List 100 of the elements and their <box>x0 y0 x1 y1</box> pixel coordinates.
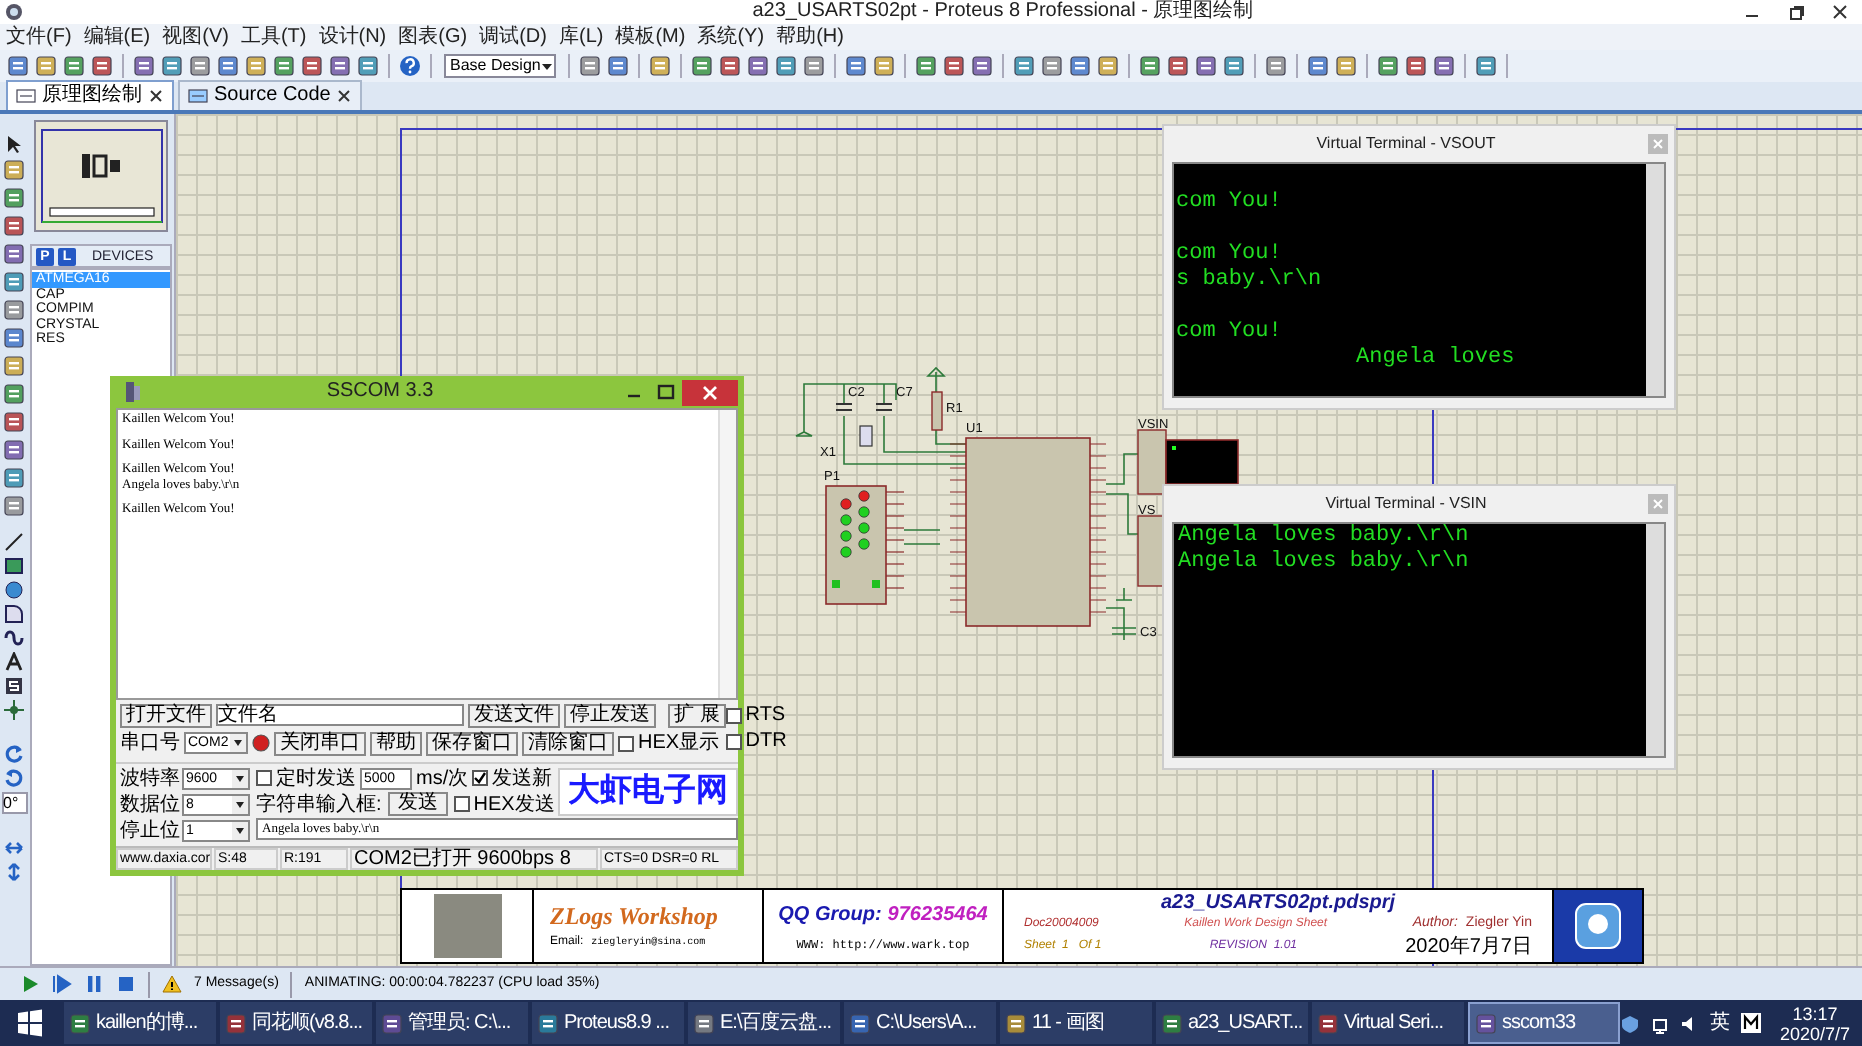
tab-icon <box>188 88 208 104</box>
app-icon[interactable] <box>1160 1011 1184 1035</box>
warning-icon <box>162 974 182 994</box>
checkbox[interactable]: DTR <box>725 730 786 752</box>
terminal-line: com You! <box>1176 320 1284 346</box>
app-icon[interactable] <box>68 1011 92 1035</box>
box-icon[interactable] <box>4 556 24 576</box>
taskbar-item[interactable]: 管理员: C:\... <box>376 1002 528 1044</box>
rotation-field[interactable]: 0° <box>1 792 27 814</box>
play-icon[interactable] <box>20 974 40 994</box>
menu-item[interactable]: 设计(N) <box>318 25 387 49</box>
taskbar-item[interactable]: E:\百度云盘... <box>688 1002 840 1044</box>
menu-item[interactable]: 系统(Y) <box>697 25 765 49</box>
tab[interactable]: Source Code <box>178 80 363 110</box>
design-select[interactable]: Base Design <box>444 54 556 78</box>
arc-icon[interactable] <box>4 604 24 624</box>
app-icon[interactable] <box>1004 1011 1028 1035</box>
keyboard-icon[interactable] <box>1740 1012 1762 1034</box>
file-name-field[interactable]: 文件名 <box>216 704 464 726</box>
site-logo: 大虾电子网 <box>558 767 738 815</box>
clock[interactable]: 13:17 2020/7/7 <box>1780 1003 1851 1043</box>
menu-item[interactable]: 帮助(H) <box>776 25 844 49</box>
app-icon[interactable] <box>224 1011 248 1035</box>
line-icon[interactable] <box>4 532 24 552</box>
taskbar-item[interactable]: Proteus8.9 ... <box>532 1002 684 1044</box>
rotate-clockwise-icon[interactable] <box>4 744 24 764</box>
menu-item[interactable]: 视图(V) <box>162 25 229 49</box>
stop-icon[interactable] <box>116 974 136 994</box>
path-icon[interactable] <box>4 628 24 648</box>
help-button[interactable]: 帮助 <box>370 731 422 755</box>
app-icon[interactable] <box>692 1011 716 1035</box>
menu-item[interactable]: 调试(D) <box>479 25 547 49</box>
send-button[interactable]: 发送 <box>387 792 448 816</box>
taskbar-item[interactable]: sscom33 <box>1468 1002 1620 1044</box>
stop-bits-label: 停止位 <box>120 819 180 841</box>
menu-item[interactable]: 模板(M) <box>615 25 686 49</box>
logo-icon <box>1574 902 1622 950</box>
terminal-line: s baby.\r\n <box>1176 268 1324 294</box>
save-window-button[interactable]: 保存窗口 <box>426 731 518 755</box>
close-icon[interactable] <box>148 88 164 104</box>
taskbar-item[interactable]: a23_USART... <box>1156 1002 1308 1044</box>
shield-icon[interactable] <box>1620 1013 1640 1033</box>
window-title: a23_USARTS02pt - Proteus 8 Professional - 原理图绘制 <box>750 0 1256 24</box>
taskbar-item[interactable]: 11 - 画图 <box>1000 1002 1152 1044</box>
expand-button[interactable]: 扩 展 <box>668 703 726 727</box>
send-file-button[interactable]: 发送文件 <box>468 703 560 727</box>
baud-rate-label: 波特率 <box>120 767 180 789</box>
app-icon <box>4 2 24 22</box>
input-label: 字符串输入框: <box>256 793 382 815</box>
app-icon[interactable] <box>848 1011 872 1035</box>
restore-icon[interactable] <box>1786 2 1806 22</box>
close-port-button[interactable]: 关闭串口 <box>274 731 366 755</box>
app-icon[interactable] <box>1316 1011 1340 1035</box>
caret-icon <box>230 734 246 752</box>
window-title: SSCOM 3.3 <box>324 380 436 404</box>
taskbar-item[interactable]: C:\Users\A... <box>844 1002 996 1044</box>
pointer-icon[interactable] <box>4 134 24 154</box>
symbol-icon[interactable] <box>4 676 24 696</box>
circle-icon[interactable] <box>4 580 24 600</box>
indicator-light-icon <box>252 734 270 752</box>
menu-item[interactable]: 工具(T) <box>240 25 307 49</box>
menu-item[interactable]: 图表(G) <box>398 25 468 49</box>
app-icon[interactable] <box>380 1011 404 1035</box>
mirror-horizontal-icon[interactable] <box>4 838 24 858</box>
status-field: COM2已打开 9600bps 8 <box>350 848 598 870</box>
checkbox[interactable]: HEX发送 <box>453 793 555 815</box>
help-icon[interactable] <box>398 54 422 78</box>
taskbar-item[interactable]: Virtual Seri... <box>1312 1002 1464 1044</box>
photo-placeholder <box>433 894 501 958</box>
terminal-line: com You! <box>1176 190 1284 216</box>
close-icon[interactable] <box>1830 2 1850 22</box>
tab[interactable]: 原理图绘制 <box>6 80 174 110</box>
open-file-button[interactable]: 打开文件 <box>120 703 212 727</box>
mirror-vertical-icon[interactable] <box>4 862 24 882</box>
stop-send-button[interactable]: 停止发送 <box>564 703 656 727</box>
close-button[interactable] <box>682 379 738 405</box>
marker-icon[interactable] <box>4 700 24 720</box>
menu-item[interactable]: 编辑(E) <box>83 25 151 49</box>
checkbox[interactable]: 定时发送 <box>256 767 356 789</box>
app-icon <box>122 380 142 404</box>
close-icon[interactable] <box>336 88 353 104</box>
checkbox[interactable]: 发送新 <box>472 767 553 789</box>
clear-window-button[interactable]: 清除窗口 <box>522 731 614 755</box>
menu-item[interactable]: 库(L) <box>558 25 604 49</box>
app-icon[interactable] <box>536 1011 560 1035</box>
input-method-indicator[interactable]: 英 <box>1710 1008 1730 1038</box>
network-icon[interactable] <box>1650 1013 1670 1033</box>
checkbox[interactable]: HEX显示 <box>618 732 720 754</box>
port-label: 串口号 <box>120 732 180 754</box>
step-icon[interactable] <box>52 974 72 994</box>
taskbar-item[interactable]: kaillen的博... <box>64 1002 216 1044</box>
checkbox[interactable]: RTS <box>725 704 786 726</box>
taskbar-item[interactable]: 同花顺(v8.8... <box>220 1002 372 1044</box>
caret-icon <box>232 795 248 813</box>
terminal-line: com You! <box>1176 242 1284 268</box>
caret-icon <box>232 769 248 787</box>
menu-item[interactable]: 文件(F) <box>6 25 72 49</box>
pause-icon[interactable] <box>84 974 104 994</box>
rotate-anticlockwise-icon[interactable] <box>4 768 24 788</box>
app-icon[interactable] <box>1474 1011 1498 1035</box>
